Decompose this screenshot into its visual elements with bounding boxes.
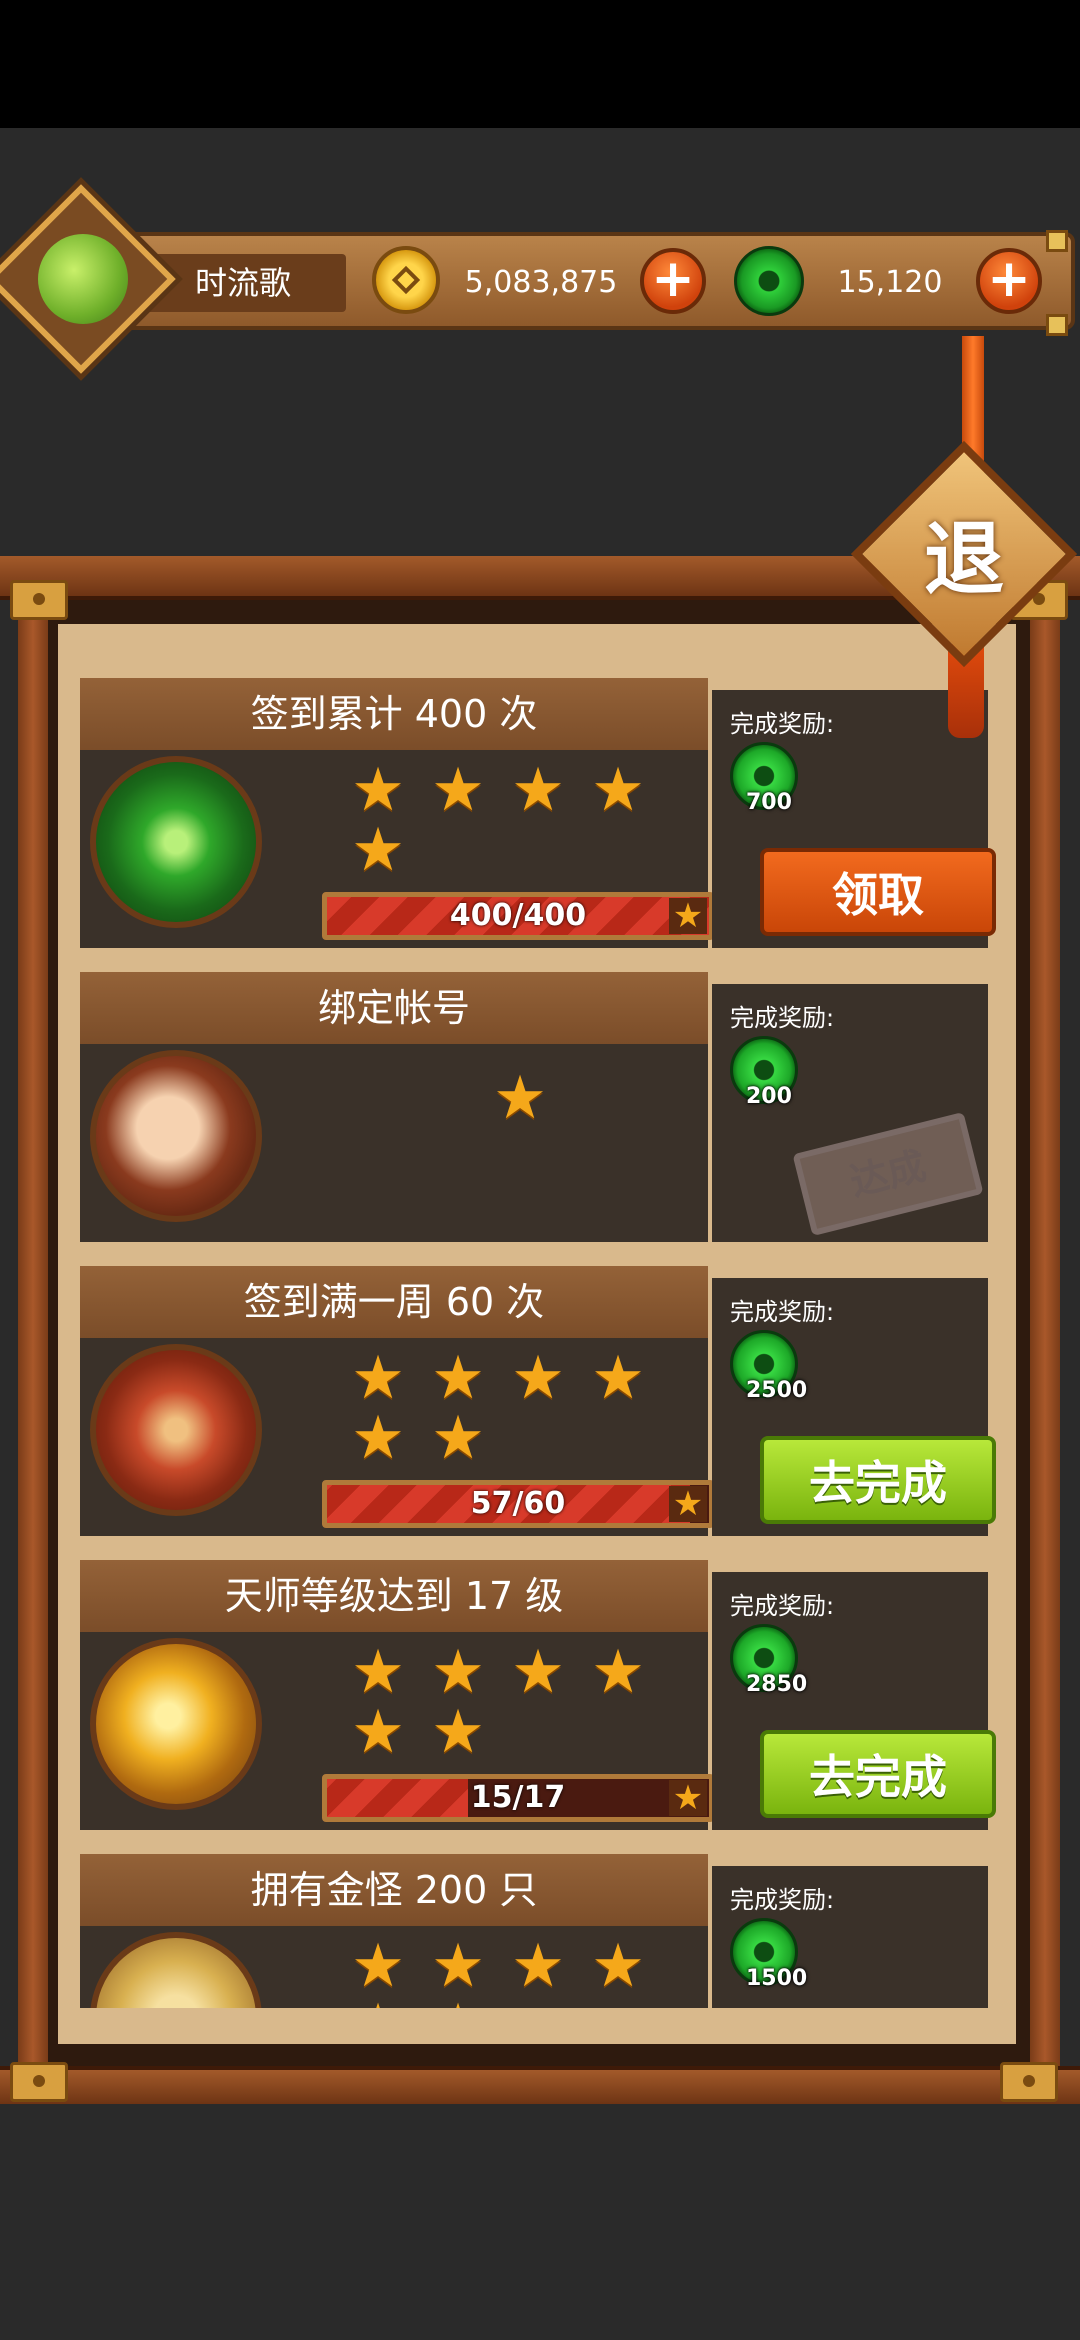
- board-frame-left: [18, 596, 48, 2076]
- board-frame-bottom: [0, 2066, 1080, 2104]
- gourd-icon: [90, 1638, 262, 1810]
- task-title: 拥有金怪 200 只: [80, 1854, 708, 1926]
- star-icon: ★: [493, 1063, 547, 1133]
- avatar-icon[interactable]: [38, 234, 128, 324]
- coin-icon: [372, 246, 440, 314]
- task-card: 绑定帐号 ★ 完成奖励: 200 达成: [80, 972, 992, 1242]
- star-icon: ★: [591, 1343, 645, 1413]
- jade-icon: [734, 246, 804, 316]
- board-bolt: [1000, 2062, 1058, 2102]
- corner-ornament: [1046, 314, 1068, 336]
- task-list[interactable]: 签到累计 400 次 ★ ★ ★ ★★ 400/400 ★ 完成奖励: 700 领取 …: [58, 624, 1016, 2008]
- status-bar: [0, 0, 1080, 128]
- corner-ornament: [1046, 230, 1068, 252]
- shrine-icon: [90, 756, 262, 928]
- board-frame-right: [1030, 596, 1060, 2076]
- task-card: 天师等级达到 17 级 ★ ★ ★ ★★ ★ 15/17 ★ 完成奖励: 2850 去完…: [80, 1560, 996, 1830]
- reward-amount: 2850: [746, 1672, 808, 1697]
- star-icon: ★: [351, 1931, 405, 2001]
- star-icon: ★: [351, 1403, 405, 1473]
- star-icon: ★: [591, 1931, 645, 2001]
- task-card: 拥有金怪 200 只 ★★★★★★ 完成奖励: 1500: [80, 1854, 992, 2008]
- progress-text: 400/400: [449, 898, 587, 933]
- progress-bar: 57/60 ★: [322, 1480, 714, 1528]
- progress-text: 15/17: [470, 1780, 566, 1815]
- star-icon: ★: [511, 1931, 565, 2001]
- reward-amount: 700: [746, 790, 792, 815]
- star-icon: ★: [431, 1403, 485, 1473]
- task-title: 天师等级达到 17 级: [80, 1560, 708, 1632]
- go-complete-button[interactable]: 去完成: [760, 1436, 996, 1524]
- reward-label: 完成奖励:: [730, 710, 835, 738]
- gate-icon: [90, 1344, 262, 1516]
- reward-amount: 1500: [746, 1966, 808, 1991]
- reward-label: 完成奖励:: [730, 1298, 835, 1326]
- star-icon: ★: [511, 1343, 565, 1413]
- star-icon: ★: [351, 1697, 405, 1767]
- star-icon: ★: [431, 755, 485, 825]
- progress-text: 57/60: [470, 1486, 566, 1521]
- star-icon: ★: [418, 1996, 498, 2008]
- star-icon: ★: [338, 1996, 418, 2008]
- reward-label: 完成奖励:: [730, 1004, 835, 1032]
- star-icon: ★: [351, 815, 405, 885]
- star-icon: ★: [351, 1343, 405, 1413]
- star-icon: ★: [669, 1486, 707, 1522]
- reward-label: 完成奖励:: [730, 1592, 835, 1620]
- star-icon: ★: [431, 1931, 485, 2001]
- star-icon: ★: [511, 1637, 565, 1707]
- star-icon: ★: [669, 898, 707, 934]
- task-title: 签到满一周 60 次: [80, 1266, 708, 1338]
- star-rating: ★★★★★★: [338, 1936, 668, 2008]
- star-icon: ★: [431, 1343, 485, 1413]
- claim-button[interactable]: 领取: [760, 848, 996, 936]
- star-icon: ★: [669, 1780, 707, 1816]
- star-icon: ★: [351, 755, 405, 825]
- reward-amount: 2500: [746, 1378, 808, 1403]
- coin-balance: 5,083,875: [464, 265, 618, 300]
- progress-bar: 15/17 ★: [322, 1774, 714, 1822]
- star-icon: ★: [591, 1637, 645, 1707]
- add-jade-button[interactable]: +: [976, 248, 1042, 314]
- go-complete-button[interactable]: 去完成: [760, 1730, 996, 1818]
- reward-panel: 完成奖励: 1500: [712, 1866, 988, 2008]
- star-icon: ★: [351, 1637, 405, 1707]
- board-bolt: [10, 580, 68, 620]
- task-title: 绑定帐号: [80, 972, 708, 1044]
- progress-bar: 400/400 ★: [322, 892, 714, 940]
- star-icon: ★: [431, 1637, 485, 1707]
- exit-button-label[interactable]: 退: [904, 510, 1024, 610]
- star-rating: ★★★★★★: [338, 1642, 668, 1762]
- task-title: 签到累计 400 次: [80, 678, 708, 750]
- star-rating: ★ ★ ★ ★★: [338, 760, 668, 880]
- star-icon: ★: [591, 755, 645, 825]
- jade-balance: 15,120: [837, 265, 943, 300]
- task-card: 签到累计 400 次 ★ ★ ★ ★★ 400/400 ★ 完成奖励: 700 领取: [80, 678, 996, 948]
- star-rating: ★★★★★★: [338, 1348, 668, 1468]
- star-icon: ★: [511, 755, 565, 825]
- reward-label: 完成奖励:: [730, 1886, 835, 1914]
- star-icon: ★: [431, 1697, 485, 1767]
- board-bolt: [10, 2062, 68, 2102]
- character-icon: [90, 1050, 262, 1222]
- add-coins-button[interactable]: +: [640, 248, 706, 314]
- task-card: 签到满一周 60 次 ★ ★ ★ ★★ ★ 57/60 ★ 完成奖励: 2500 去完成: [80, 1266, 996, 1536]
- reward-amount: 200: [746, 1084, 792, 1109]
